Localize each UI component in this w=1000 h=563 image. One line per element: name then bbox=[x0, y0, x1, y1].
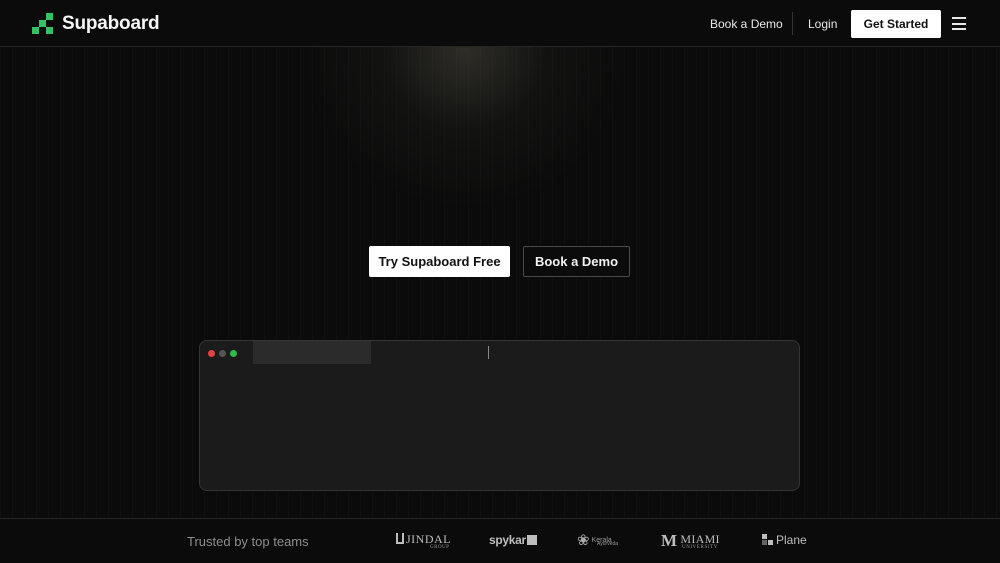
plane-name: Plane bbox=[776, 533, 807, 547]
landing-page: Supaboard Book a Demo Login Get Started … bbox=[0, 0, 1000, 563]
brand-home-link[interactable]: Supaboard bbox=[32, 13, 160, 35]
jindal-name: JINDAL bbox=[406, 532, 451, 546]
miami-name: MIAMI bbox=[680, 532, 720, 546]
kerala-ayurveda-logo: ❀ Kerala Ayurveda bbox=[577, 531, 618, 549]
nav-login-link[interactable]: Login bbox=[808, 17, 837, 31]
get-started-button[interactable]: Get Started bbox=[851, 10, 941, 38]
window-minimize-icon[interactable] bbox=[219, 350, 226, 357]
miami-university-logo: M MIAMI UNIVERSITY bbox=[661, 531, 720, 551]
plane-mark-icon bbox=[762, 534, 773, 545]
hamburger-menu-icon[interactable] bbox=[952, 17, 966, 30]
window-maximize-icon[interactable] bbox=[230, 350, 237, 357]
spykar-name: spykar bbox=[489, 533, 526, 547]
plane-logo: Plane bbox=[762, 533, 807, 547]
miami-m-icon: M bbox=[661, 531, 678, 550]
book-demo-button[interactable]: Book a Demo bbox=[523, 246, 630, 277]
nav-divider bbox=[792, 12, 793, 35]
lotus-icon: ❀ bbox=[577, 532, 590, 549]
brand-name: Supaboard bbox=[62, 13, 160, 34]
jindal-mark-icon bbox=[396, 533, 404, 544]
top-nav: Supaboard Book a Demo Login Get Started bbox=[0, 0, 1000, 47]
trusted-by-bar: Trusted by top teams JINDAL GROUP spykar… bbox=[0, 518, 1000, 563]
kerala-sub: Ayurveda bbox=[597, 541, 619, 547]
spykar-mark-icon bbox=[526, 535, 537, 545]
window-tab[interactable] bbox=[253, 341, 371, 364]
window-close-icon[interactable] bbox=[208, 350, 215, 357]
text-cursor bbox=[488, 346, 489, 359]
spykar-logo: spykar bbox=[489, 533, 537, 547]
pixel-stairs-icon bbox=[32, 13, 54, 35]
jindal-sub: GROUP bbox=[430, 545, 450, 550]
app-window-preview bbox=[199, 340, 800, 491]
nav-book-demo-link[interactable]: Book a Demo bbox=[710, 17, 783, 31]
miami-sub: UNIVERSITY bbox=[682, 545, 718, 550]
jindal-logo: JINDAL GROUP bbox=[396, 532, 451, 550]
try-free-button[interactable]: Try Supaboard Free bbox=[369, 246, 510, 277]
trusted-label: Trusted by top teams bbox=[187, 534, 309, 549]
